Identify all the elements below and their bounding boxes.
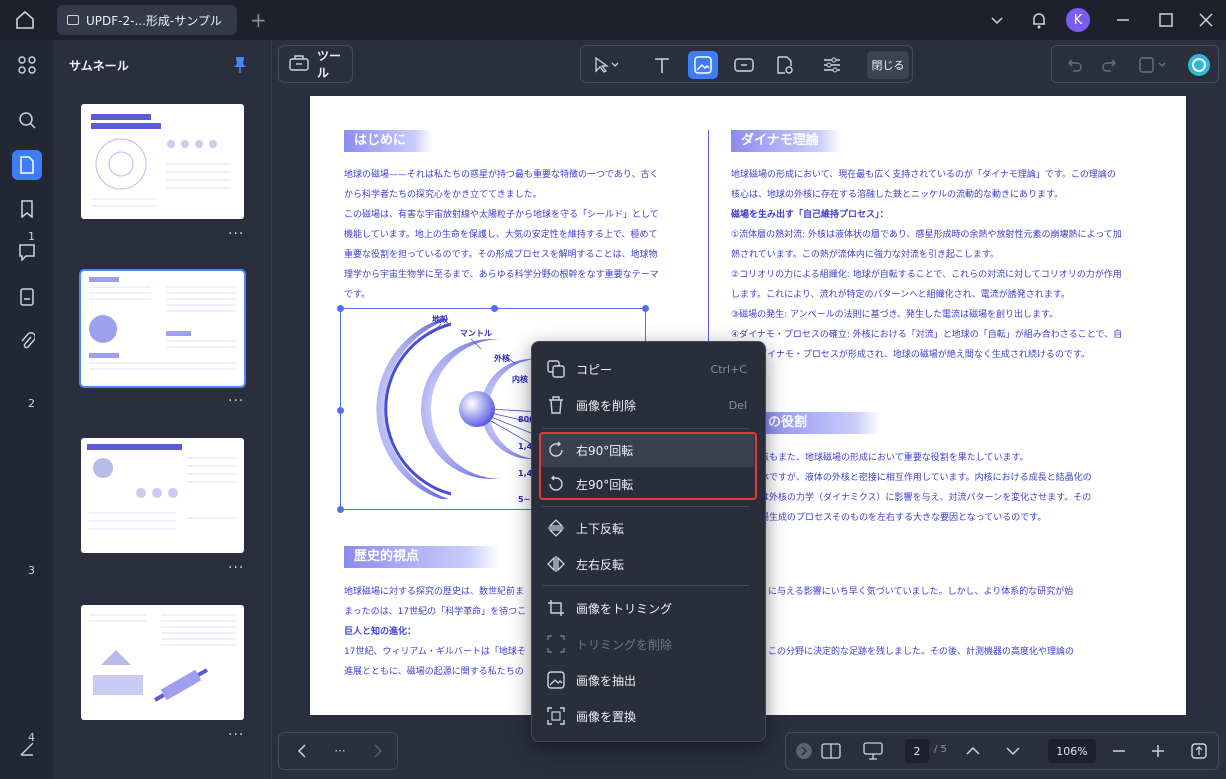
rotation-highlight-box — [539, 432, 757, 500]
bell-icon[interactable] — [1031, 0, 1047, 40]
history-toolbar — [1051, 45, 1219, 83]
comment-icon[interactable] — [12, 237, 42, 267]
text-tool-button[interactable] — [647, 51, 677, 79]
zoom-out-icon[interactable] — [1104, 737, 1134, 765]
scroll-up-icon[interactable] — [958, 737, 988, 765]
minimize-icon[interactable] — [1116, 0, 1130, 40]
remove-crop-icon — [546, 634, 566, 654]
page-number-2: 2 — [28, 397, 35, 410]
section-title-history: 歴史的視点 — [344, 546, 499, 568]
dynamo-paragraph: 地球磁場の形成において、現在最も広く支持されているのが「ダイナモ理論」です。この… — [731, 170, 1123, 360]
page-number-1: 1 — [28, 230, 35, 243]
select-tool-button[interactable] — [587, 51, 627, 79]
page-nav-left: ··· — [278, 732, 398, 770]
copy-icon — [546, 359, 566, 379]
document-tab[interactable]: UPDF-2-...形成-サンプル — [57, 5, 237, 35]
label-outer-core: 外核 — [494, 354, 510, 363]
scroll-down-icon[interactable] — [998, 737, 1028, 765]
tools-label: ツール — [317, 49, 342, 80]
page-thumbnail-1[interactable] — [81, 104, 244, 219]
page-number-3: 3 — [28, 564, 35, 577]
link-tool-button[interactable] — [729, 51, 759, 79]
flip-vertical-icon — [546, 518, 566, 538]
page-2-more-button[interactable]: ··· — [228, 393, 244, 409]
thumbnails-header: サムネール — [69, 59, 129, 73]
home-icon[interactable] — [14, 9, 40, 31]
pin-icon[interactable] — [233, 56, 247, 74]
watermark-tool-button[interactable] — [770, 51, 800, 79]
history-paragraph: 地球磁場に対する探究の歴史は、数世紀前ま まったのは、17世紀の「科学革命」を待… — [344, 587, 527, 677]
avatar[interactable]: K — [1066, 8, 1090, 32]
label-depth-4: 5~ — [518, 495, 531, 504]
image-context-menu: コピー Ctrl+C 画像を削除 Del 右90°回転 左90°回転 上下反転 左右… — [531, 341, 766, 742]
menu-flip-horizontal[interactable]: 左右反転 — [532, 547, 765, 581]
menu-delete-image[interactable]: 画像を削除 Del — [532, 388, 765, 422]
menu-crop-image[interactable]: 画像をトリミング — [532, 591, 765, 625]
page-layout-icon[interactable] — [816, 737, 846, 765]
zoom-in-icon[interactable] — [1143, 737, 1173, 765]
presentation-icon[interactable] — [858, 737, 888, 765]
ai-assistant-icon[interactable] — [1184, 51, 1214, 79]
label-mantle: マントル — [460, 329, 492, 338]
save-icon[interactable] — [1134, 51, 1174, 79]
menu-replace-image[interactable]: 画像を置換 — [532, 699, 765, 733]
form-icon[interactable] — [12, 282, 42, 312]
label-inner-core: 内核 — [512, 375, 528, 384]
menu-extract-image[interactable]: 画像を抽出 — [532, 663, 765, 697]
menu-copy[interactable]: コピー Ctrl+C — [532, 352, 765, 386]
page-1-more-button[interactable]: ··· — [228, 226, 244, 242]
page-4-more-button[interactable]: ··· — [228, 727, 244, 743]
menu-remove-crop[interactable]: トリミングを削除 — [532, 627, 765, 661]
close-edit-button[interactable]: 閉じる — [867, 51, 909, 79]
menu-flip-vertical[interactable]: 上下反転 — [532, 511, 765, 545]
page-3-more-button[interactable]: ··· — [228, 560, 244, 576]
thumbnails-icon[interactable] — [12, 150, 42, 180]
flip-horizontal-icon — [546, 554, 566, 574]
apps-icon[interactable] — [12, 50, 42, 80]
properties-tool-button[interactable] — [817, 51, 847, 79]
left-rail — [0, 40, 53, 779]
zoom-level[interactable]: 106% — [1048, 739, 1096, 763]
page-number-input[interactable]: 2 — [905, 739, 929, 763]
trash-icon — [546, 395, 566, 415]
search-icon[interactable] — [12, 105, 42, 135]
history-paragraph-right: に与える影響にいち早く気づいていました。しかし、より体系的な研究が始 この分野に… — [768, 587, 1075, 657]
page-total: / 5 — [934, 744, 947, 755]
section-title-core-role: の役割 — [758, 412, 880, 434]
layers-icon[interactable] — [12, 734, 42, 764]
intro-paragraph: 地球の磁場——それは私たちの惑星が持つ最も重要な特徴の一つであり、古く から科学… — [344, 170, 659, 300]
new-tab-button[interactable]: + — [250, 8, 267, 32]
edit-toolbar: 閉じる — [580, 45, 913, 83]
page-number-4: 4 — [28, 731, 35, 744]
title-bar: UPDF-2-...形成-サンプル + K — [0, 0, 1226, 40]
page-thumbnail-4[interactable] — [81, 605, 244, 720]
view-controls: 2 / 5 106% — [785, 732, 1219, 770]
extract-image-icon — [546, 670, 566, 690]
prev-page-icon[interactable] — [287, 737, 317, 765]
more-button[interactable]: ··· — [325, 737, 355, 765]
redo-icon[interactable] — [1094, 51, 1124, 79]
maximize-icon[interactable] — [1159, 0, 1173, 40]
page-thumbnail-2[interactable] — [79, 269, 246, 388]
image-tool-button[interactable] — [688, 51, 718, 79]
fit-page-icon[interactable] — [1184, 737, 1214, 765]
page-thumbnail-3[interactable] — [81, 438, 244, 553]
bookmark-icon[interactable] — [12, 194, 42, 224]
attachment-icon[interactable] — [12, 326, 42, 356]
section-title-dynamo: ダイナモ理論 — [731, 130, 841, 152]
close-icon[interactable] — [1199, 0, 1213, 40]
replace-image-icon — [546, 706, 566, 726]
section-title-intro: はじめに — [344, 130, 432, 152]
document-icon — [67, 15, 79, 25]
chevron-down-icon[interactable] — [990, 0, 1004, 40]
next-page-icon[interactable] — [363, 737, 393, 765]
undo-icon[interactable] — [1060, 51, 1090, 79]
tab-title: UPDF-2-...形成-サンプル — [86, 13, 222, 28]
collapse-icon[interactable] — [789, 737, 819, 765]
crop-icon — [546, 598, 566, 618]
label-crust: 地殻 — [432, 315, 448, 324]
tools-button[interactable]: ツール — [278, 45, 353, 83]
core-role-paragraph: 核もまた、地球磁場の形成において重要な役割を果たしています。 体ですが、液体の外… — [760, 453, 1092, 523]
toolbox-icon — [289, 54, 309, 74]
